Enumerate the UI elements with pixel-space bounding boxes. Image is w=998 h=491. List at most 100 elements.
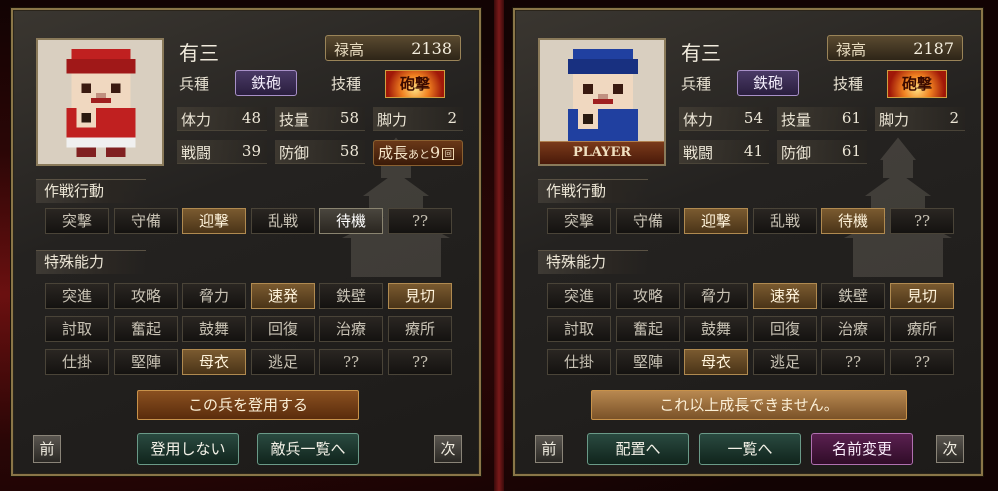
stat-atk-label: 戦闘 bbox=[181, 144, 212, 162]
stipend-label: 禄高 bbox=[334, 41, 365, 59]
ability-button[interactable]: 逃足 bbox=[753, 349, 817, 375]
ability-button-active[interactable]: 速発 bbox=[251, 283, 315, 309]
unit-name: 有三 bbox=[179, 41, 219, 65]
unit-type-label: 兵種 bbox=[681, 75, 712, 93]
ability-button[interactable]: 治療 bbox=[821, 316, 885, 342]
tactic-button[interactable]: 突撃 bbox=[45, 208, 109, 234]
tactic-button-active[interactable]: 迎撃 bbox=[684, 208, 748, 234]
prev-button[interactable]: 前 bbox=[33, 435, 61, 463]
ability-button[interactable]: 療所 bbox=[388, 316, 452, 342]
ability-button[interactable]: 攻略 bbox=[616, 283, 680, 309]
ability-button[interactable]: 鼓舞 bbox=[182, 316, 246, 342]
ability-button[interactable]: 討取 bbox=[45, 316, 109, 342]
ability-button[interactable]: 討取 bbox=[547, 316, 611, 342]
ability-button-active[interactable]: 速発 bbox=[753, 283, 817, 309]
next-button[interactable]: 次 bbox=[434, 435, 462, 463]
panel-divider bbox=[494, 0, 504, 491]
stat-tech-value: 61 bbox=[841, 109, 861, 127]
stat-def: 防御 61 bbox=[777, 140, 867, 164]
stat-leg-label: 脚力 bbox=[879, 111, 910, 129]
soldier-avatar-blue bbox=[568, 49, 638, 144]
prev-button[interactable]: 前 bbox=[535, 435, 563, 463]
stat-hp: 体力 54 bbox=[679, 107, 769, 131]
ability-button[interactable]: 奮起 bbox=[616, 316, 680, 342]
decline-button[interactable]: 登用しない bbox=[137, 433, 239, 465]
abilities-title: 特殊能力 bbox=[36, 250, 146, 274]
stat-leg-label: 脚力 bbox=[377, 111, 408, 129]
ability-button-active[interactable]: 見切 bbox=[890, 283, 954, 309]
ability-button[interactable]: 堅陣 bbox=[616, 349, 680, 375]
stat-leg-value: 2 bbox=[447, 109, 457, 127]
skill-value: 砲撃 bbox=[385, 70, 445, 98]
rename-button[interactable]: 名前変更 bbox=[811, 433, 913, 465]
stat-leg-value: 2 bbox=[949, 109, 959, 127]
tactic-button[interactable]: ?? bbox=[890, 208, 954, 234]
ability-button-active[interactable]: 母衣 bbox=[684, 349, 748, 375]
stat-tech-label: 技量 bbox=[279, 111, 310, 129]
stipend-box: 禄高 2187 bbox=[827, 35, 963, 61]
ability-button-active[interactable]: 見切 bbox=[388, 283, 452, 309]
ability-button[interactable]: ?? bbox=[319, 349, 383, 375]
ability-button[interactable]: 脅力 bbox=[684, 283, 748, 309]
tactic-button[interactable]: 乱戦 bbox=[251, 208, 315, 234]
deploy-button[interactable]: 配置へ bbox=[587, 433, 689, 465]
tactic-button[interactable]: 突撃 bbox=[547, 208, 611, 234]
unit-type-label: 兵種 bbox=[179, 75, 210, 93]
tactic-button[interactable]: 守備 bbox=[114, 208, 178, 234]
soldier-avatar-red bbox=[66, 48, 136, 158]
stat-atk-label: 戦闘 bbox=[683, 144, 714, 162]
ability-button[interactable]: ?? bbox=[821, 349, 885, 375]
ability-button[interactable]: 鼓舞 bbox=[684, 316, 748, 342]
ability-button[interactable]: 仕掛 bbox=[547, 349, 611, 375]
status-message: これ以上成長できません。 bbox=[591, 390, 907, 420]
unit-portrait: PLAYER bbox=[538, 38, 666, 166]
stat-def-value: 58 bbox=[339, 142, 359, 160]
ability-button[interactable]: ?? bbox=[890, 349, 954, 375]
ability-button[interactable]: 回復 bbox=[753, 316, 817, 342]
stat-tech: 技量 61 bbox=[777, 107, 867, 131]
enemy-list-button[interactable]: 敵兵一覧へ bbox=[257, 433, 359, 465]
ability-button[interactable]: 脅力 bbox=[182, 283, 246, 309]
tactic-button-active[interactable]: 待機 bbox=[821, 208, 885, 234]
ability-button[interactable]: 鉄壁 bbox=[821, 283, 885, 309]
player-unit-panel: PLAYER 有三 禄高 2187 兵種 鉄砲 技種 砲撃 体力 54 技量 6… bbox=[513, 8, 983, 476]
unit-portrait bbox=[36, 38, 164, 166]
ability-button[interactable]: 回復 bbox=[251, 316, 315, 342]
stat-def-label: 防御 bbox=[781, 144, 812, 162]
stat-tech-value: 58 bbox=[339, 109, 359, 127]
ability-button[interactable]: 仕掛 bbox=[45, 349, 109, 375]
tactic-button-selected[interactable]: 待機 bbox=[319, 208, 383, 234]
abilities-title: 特殊能力 bbox=[538, 250, 648, 274]
ability-button-active[interactable]: 母衣 bbox=[182, 349, 246, 375]
skill-label: 技種 bbox=[833, 75, 864, 93]
recruit-button[interactable]: この兵を登用する bbox=[137, 390, 359, 420]
ability-button[interactable]: 逃足 bbox=[251, 349, 315, 375]
tactic-button-active[interactable]: 迎撃 bbox=[182, 208, 246, 234]
ability-button[interactable]: 堅陣 bbox=[114, 349, 178, 375]
stat-atk: 戦闘 39 bbox=[177, 140, 267, 164]
ability-button[interactable]: 奮起 bbox=[114, 316, 178, 342]
stat-hp: 体力 48 bbox=[177, 107, 267, 131]
ability-button[interactable]: 治療 bbox=[319, 316, 383, 342]
stat-hp-label: 体力 bbox=[181, 111, 212, 129]
ability-button[interactable]: 攻略 bbox=[114, 283, 178, 309]
stat-leg: 脚力 2 bbox=[875, 107, 965, 131]
stat-tech-label: 技量 bbox=[781, 111, 812, 129]
ability-button[interactable]: ?? bbox=[388, 349, 452, 375]
ability-button[interactable]: 鉄壁 bbox=[319, 283, 383, 309]
stipend-box: 禄高 2138 bbox=[325, 35, 461, 61]
growth-small: あと bbox=[408, 148, 431, 161]
next-button[interactable]: 次 bbox=[936, 435, 964, 463]
ability-button[interactable]: 療所 bbox=[890, 316, 954, 342]
ability-button[interactable]: 突進 bbox=[45, 283, 109, 309]
tactic-button[interactable]: 乱戦 bbox=[753, 208, 817, 234]
list-button[interactable]: 一覧へ bbox=[699, 433, 801, 465]
stat-atk-value: 41 bbox=[743, 142, 763, 160]
tactic-button[interactable]: ?? bbox=[388, 208, 452, 234]
stat-hp-value: 48 bbox=[241, 109, 261, 127]
stat-atk: 戦闘 41 bbox=[679, 140, 769, 164]
stat-tech: 技量 58 bbox=[275, 107, 365, 131]
ability-button[interactable]: 突進 bbox=[547, 283, 611, 309]
stat-atk-value: 39 bbox=[241, 142, 261, 160]
tactic-button[interactable]: 守備 bbox=[616, 208, 680, 234]
